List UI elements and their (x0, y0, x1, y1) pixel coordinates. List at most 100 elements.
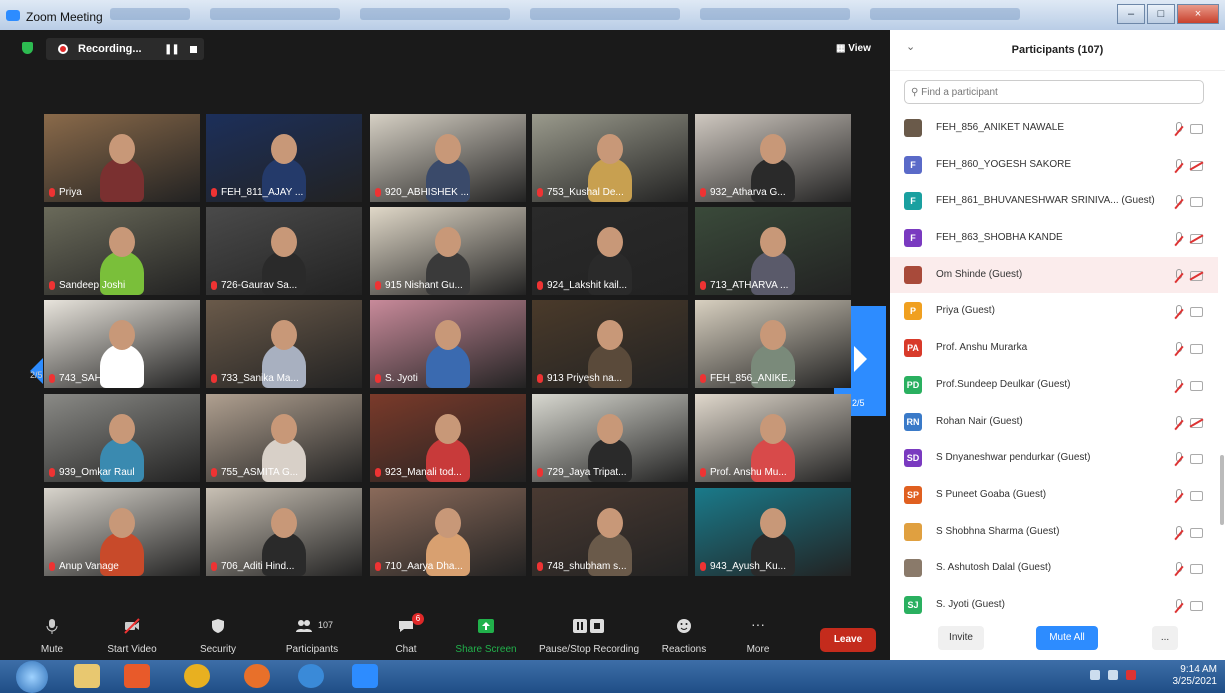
video-tile[interactable]: S. Jyoti (370, 300, 526, 388)
participant-search-input[interactable]: ⚲ Find a participant (904, 80, 1204, 104)
video-tile[interactable]: 923_Manali tod... (370, 394, 526, 482)
participant-name: Priya (Guest) (936, 305, 995, 317)
participant-row[interactable]: F FEH_863_SHOBHA KANDE (890, 220, 1218, 257)
participant-row[interactable]: F FEH_861_BHUVANESHWAR SRINIVA... (Guest) (890, 183, 1218, 220)
mute-label: Mute (40, 644, 64, 655)
mic-muted-icon (1174, 158, 1182, 170)
mic-muted-icon (211, 468, 217, 477)
chat-button[interactable]: 6 Chat (366, 610, 446, 660)
participant-row[interactable]: Om Shinde (Guest) (890, 256, 1218, 294)
video-tile[interactable]: Priya (44, 114, 200, 202)
tile-name-label: 713_ATHARVA ... (710, 280, 789, 291)
participant-row[interactable]: S. Ashutosh Dalal (Guest) (890, 550, 1218, 587)
avatar (904, 559, 922, 578)
tile-name-label: 924_Lakshit kail... (547, 280, 628, 291)
mic-muted-icon (211, 281, 217, 290)
participant-row[interactable]: PD Prof.Sundeep Deulkar (Guest) (890, 367, 1218, 404)
view-button[interactable]: ▦ View (836, 43, 871, 54)
tile-name: 713_ATHARVA ... (700, 280, 788, 291)
stop-recording-button[interactable] (190, 46, 197, 53)
share-screen-button[interactable]: Share Screen (446, 610, 526, 660)
background-tab (700, 8, 850, 20)
pause-stop-recording-button[interactable]: Pause/Stop Recording (534, 610, 644, 660)
participants-panel: ⌄ Participants (107) ⚲ Find a participan… (890, 30, 1225, 660)
internet-explorer-icon[interactable] (298, 664, 324, 688)
panel-scrollbar[interactable] (1220, 455, 1224, 525)
panel-more-button[interactable]: ... (1152, 626, 1178, 650)
share-screen-icon (478, 619, 494, 633)
file-explorer-icon[interactable] (74, 664, 100, 688)
video-tile[interactable]: FEH_811_AJAY ... (206, 114, 362, 202)
participant-row[interactable]: S Shobhna Sharma (Guest) (890, 514, 1218, 551)
security-button[interactable]: Security (178, 610, 258, 660)
start-video-button[interactable]: Start Video (92, 610, 172, 660)
video-tile[interactable]: 729_Jaya Tripat... (532, 394, 688, 482)
chat-badge: 6 (412, 613, 424, 625)
video-tile[interactable]: 733_Sanika Ma... (206, 300, 362, 388)
video-tile[interactable]: 939_Omkar Raul (44, 394, 200, 482)
participant-row[interactable]: SP S Puneet Goaba (Guest) (890, 477, 1218, 514)
participant-row[interactable]: SD S Dnyaneshwar pendurkar (Guest) (890, 440, 1218, 477)
participant-row[interactable]: F FEH_860_YOGESH SAKORE (890, 147, 1218, 184)
video-tile[interactable]: 743_SAHIL LAL... (44, 300, 200, 388)
participants-icon (296, 620, 312, 632)
security-shield-icon (212, 619, 224, 633)
video-tile[interactable]: 920_ABHISHEK ... (370, 114, 526, 202)
reactions-button[interactable]: Reactions (644, 610, 724, 660)
media-player-icon[interactable] (124, 664, 150, 688)
action-center-flag-icon[interactable] (1126, 670, 1136, 680)
invite-button[interactable]: Invite (938, 626, 984, 650)
video-tile[interactable]: 713_ATHARVA ... (695, 207, 851, 295)
firefox-icon[interactable] (244, 664, 270, 688)
network-icon[interactable] (1108, 670, 1118, 680)
tile-name-label: 943_Ayush_Ku... (710, 561, 786, 572)
participant-head (109, 227, 135, 257)
recording-label: Recording... (78, 43, 142, 55)
chrome-icon[interactable] (184, 664, 210, 688)
encryption-shield-icon[interactable] (22, 42, 33, 54)
tile-name: 710_Aarya Dha... (375, 561, 463, 572)
participant-row[interactable]: P Priya (Guest) (890, 293, 1218, 330)
record-icon (58, 44, 68, 54)
video-tile[interactable]: 706_Aditi Hind... (206, 488, 362, 576)
tile-name: S. Jyoti (375, 373, 418, 384)
more-button[interactable]: ··· More (718, 610, 798, 660)
zoom-taskbar-icon[interactable] (352, 664, 378, 688)
video-tile[interactable]: 726-Gaurav Sa... (206, 207, 362, 295)
mic-muted-icon (700, 468, 706, 477)
video-tile[interactable]: 710_Aarya Dha... (370, 488, 526, 576)
mute-button[interactable]: Mute (12, 610, 92, 660)
video-tile[interactable]: 755_ASMITA G... (206, 394, 362, 482)
pause-recording-button[interactable]: ❚❚ (164, 44, 180, 55)
participant-row[interactable]: FEH_856_ANIKET NAWALE (890, 110, 1218, 147)
mute-all-button[interactable]: Mute All (1036, 626, 1098, 650)
video-tile[interactable]: 753_Kushal De... (532, 114, 688, 202)
video-tile[interactable]: 924_Lakshit kail... (532, 207, 688, 295)
minimize-button[interactable]: – (1117, 4, 1145, 24)
video-tile[interactable]: 943_Ayush_Ku... (695, 488, 851, 576)
mic-muted-icon (700, 281, 706, 290)
video-tile[interactable]: Sandeep Joshi (44, 207, 200, 295)
video-tile[interactable]: 915 Nishant Gu... (370, 207, 526, 295)
video-tile[interactable]: 748_shubham s... (532, 488, 688, 576)
close-button[interactable]: × (1177, 4, 1219, 24)
video-tile[interactable]: Prof. Anshu Mu... (695, 394, 851, 482)
camera-off-icon (1190, 160, 1203, 171)
participant-row[interactable]: RN Rohan Nair (Guest) (890, 404, 1218, 441)
video-tile[interactable]: FEH_856_ANIKE... (695, 300, 851, 388)
participants-button[interactable]: 107 Participants (272, 610, 352, 660)
mic-muted-icon (1174, 305, 1182, 316)
participant-head (271, 414, 297, 444)
maximize-button[interactable]: □ (1147, 4, 1175, 24)
video-tile[interactable]: 932_Atharva G... (695, 114, 851, 202)
start-button[interactable] (16, 661, 48, 693)
leave-button[interactable]: Leave (820, 628, 876, 652)
volume-icon[interactable] (1090, 670, 1100, 680)
mic-muted-icon (1174, 562, 1182, 573)
participant-row[interactable]: PA Prof. Anshu Murarka (890, 330, 1218, 367)
tile-name: 748_shubham s... (537, 561, 627, 572)
video-tile[interactable]: Anup Vanage (44, 488, 200, 576)
video-tile[interactable]: 913 Priyesh na... (532, 300, 688, 388)
system-clock[interactable]: 9:14 AM 3/25/2021 (1173, 664, 1218, 688)
participant-head (597, 320, 623, 350)
